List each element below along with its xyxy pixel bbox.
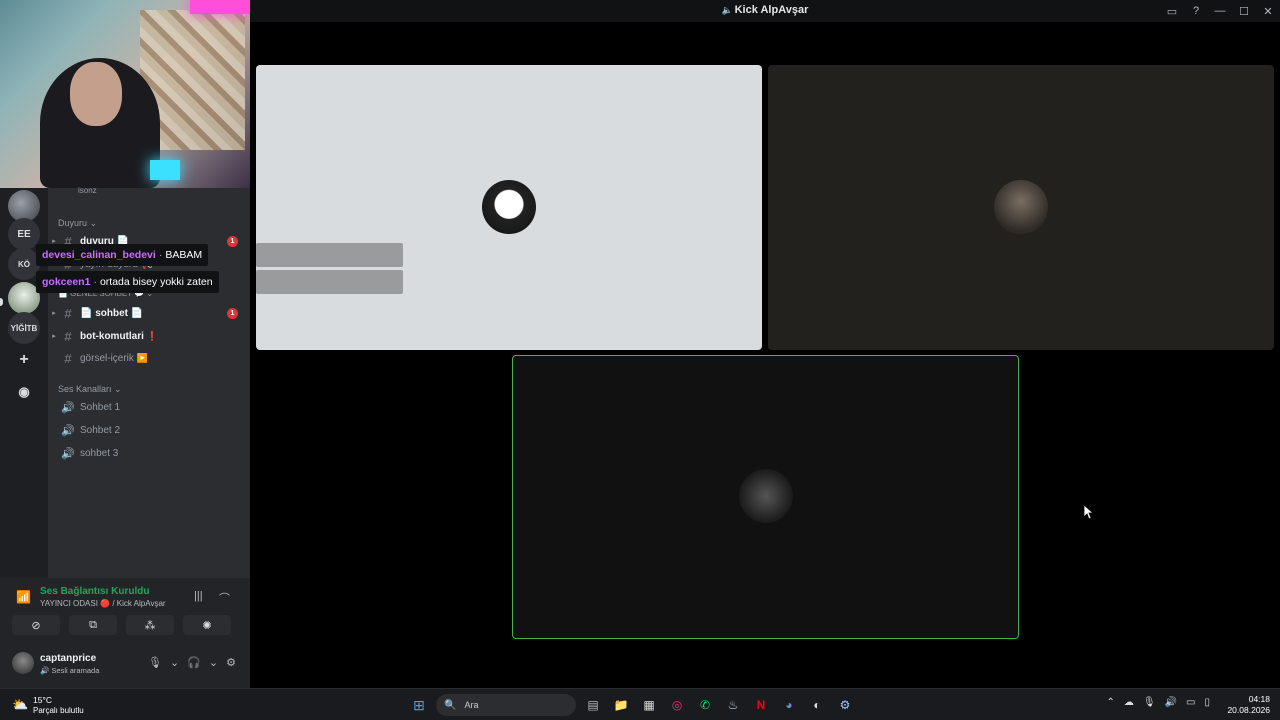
voice-status[interactable]: Ses Bağlantısı Kuruldu: [40, 586, 149, 597]
user-status: 🔊 Sesli aramada: [40, 666, 100, 675]
category-duyuru[interactable]: Duyuru ⌄: [58, 218, 97, 229]
stream-chat-message: gokceen1 · ortada bisey yokki zaten: [36, 271, 219, 293]
add-server-icon[interactable]: +: [8, 344, 40, 376]
minimize-icon[interactable]: —: [1208, 5, 1232, 17]
rgb-glow: [150, 160, 180, 180]
category-ses-kanallari[interactable]: Ses Kanalları ⌄: [58, 384, 122, 395]
voice-channel-sohbet-3[interactable]: 🔊 sohbet 3: [48, 443, 250, 463]
chevron-down-icon[interactable]: ⌄: [209, 656, 218, 669]
opera-icon[interactable]: ◎: [666, 694, 688, 716]
whatsapp-icon[interactable]: ✆: [694, 694, 716, 716]
network-icon[interactable]: ▭: [1186, 697, 1195, 708]
discord-window: 🔈 Kick AlpAvşar ▭ ? — ☐ ✕ EE KÖ YİĞİTB + …: [0, 0, 1280, 688]
noise-suppression-icon[interactable]: |||: [194, 590, 203, 602]
inbox-icon[interactable]: ▭: [1160, 5, 1184, 18]
username[interactable]: captanprice: [40, 653, 96, 664]
selected-server-indicator: [0, 298, 3, 306]
help-icon[interactable]: ?: [1184, 5, 1208, 17]
voice-channel-sohbet-2[interactable]: 🔊 Sohbet 2: [48, 420, 250, 440]
netflix-icon[interactable]: N: [750, 694, 772, 716]
eagle-avatar: [482, 180, 536, 234]
streamer-webcam: [0, 0, 250, 188]
speaker-icon: 🔊: [61, 401, 75, 414]
voice-action-buttons: ⊘ ⧉ ⁂ ✺: [12, 615, 231, 635]
gear-icon[interactable]: ⚙: [226, 656, 236, 669]
server-icon-yigitb[interactable]: YİĞİTB: [8, 312, 40, 344]
store-icon[interactable]: ▦: [638, 694, 660, 716]
maximize-icon[interactable]: ☐: [1232, 5, 1256, 18]
screen-share-icon: ⧉: [89, 618, 97, 631]
weather-temperature[interactable]: 15°C: [33, 695, 52, 705]
neon-light: [190, 0, 250, 14]
speaker-icon: 🔊: [61, 424, 75, 437]
volume-icon[interactable]: 🔊: [1165, 697, 1177, 708]
mention-badge: 1: [227, 307, 238, 319]
headphones-icon[interactable]: 🎧: [187, 656, 201, 669]
overlay-bar: [256, 270, 403, 294]
soundboard-button[interactable]: ✺: [183, 615, 231, 635]
battery-icon[interactable]: ▯: [1204, 697, 1210, 708]
settings-icon[interactable]: ⚙: [834, 694, 856, 716]
chevron-up-icon[interactable]: ⌃: [1106, 697, 1114, 708]
streamer-head: [70, 62, 122, 126]
mention-badge: 1: [227, 235, 238, 247]
microphone-icon[interactable]: 🎙: [148, 656, 162, 669]
chevron-down-icon[interactable]: ⌄: [170, 656, 179, 669]
steam-icon[interactable]: ♨: [722, 694, 744, 716]
weather-description[interactable]: Parçalı bulutlu: [33, 706, 84, 715]
activities-icon: ⁂: [144, 619, 156, 632]
camera-off-icon: ⊘: [31, 619, 41, 632]
voice-connection-panel: 📶 Ses Bağlantısı Kuruldu YAYINCI ODASI 🔴…: [0, 578, 250, 642]
unread-arrow-icon: ▸: [52, 310, 56, 317]
microphone-icon[interactable]: 🎙: [1143, 697, 1156, 708]
obs-icon[interactable]: ◐: [806, 694, 828, 716]
hash-icon: #: [64, 328, 72, 344]
participant-tile-soldier[interactable]: [768, 65, 1274, 350]
file-explorer-icon[interactable]: 📁: [610, 694, 632, 716]
channel-gorsel-icerik[interactable]: # görsel-içerik ▶️: [48, 348, 250, 368]
window-title: 🔈 Kick AlpAvşar: [721, 4, 809, 16]
discord-icon[interactable]: ◕: [778, 694, 800, 716]
unread-arrow-icon: ▸: [52, 333, 56, 340]
speaker-icon: 🔈: [721, 5, 733, 15]
close-icon[interactable]: ✕: [1256, 5, 1280, 18]
task-view-icon[interactable]: ▤: [582, 694, 604, 716]
hash-icon: #: [64, 350, 72, 366]
soundboard-icon: ✺: [202, 619, 212, 632]
participant-avatar: [739, 469, 793, 523]
onedrive-icon[interactable]: ☁: [1124, 697, 1134, 708]
title-bar: 🔈 Kick AlpAvşar ▭ ? — ☐ ✕: [250, 0, 1280, 22]
compass-icon[interactable]: ◉: [8, 376, 40, 408]
user-controls: 🎙 ⌄ 🎧 ⌄ ⚙: [148, 656, 236, 669]
screen-share-button[interactable]: ⧉: [69, 615, 117, 635]
disconnect-icon[interactable]: ⌒: [219, 590, 230, 606]
windows-taskbar: ⛅ 15°C Parçalı bulutlu ⊞ 🔍 Ara ▤ 📁 ▦ ◎ ✆…: [0, 688, 1280, 720]
camera-off-button[interactable]: ⊘: [12, 615, 60, 635]
voice-channel-name[interactable]: YAYINCI ODASI 🔴 / Kick AlpAvşar: [40, 599, 166, 608]
participant-tile-speaking[interactable]: [512, 355, 1019, 639]
overlay-bar: [256, 243, 403, 267]
speaker-icon: 🔊: [61, 447, 75, 460]
voice-channel-sohbet-1[interactable]: 🔊 Sohbet 1: [48, 397, 250, 417]
taskbar-apps: ⊞ 🔍 Ara ▤ 📁 ▦ ◎ ✆ ♨ N ◕ ◐ ⚙: [408, 694, 856, 716]
signal-icon[interactable]: 📶: [16, 590, 31, 604]
channel-bot-komutlari[interactable]: ▸ # bot-komutlari ❗: [48, 326, 250, 346]
clock[interactable]: 04:18 20.08.2026: [1227, 694, 1270, 716]
stream-chat-message: devesi_calinan_bedevi · BABAM: [36, 244, 209, 266]
online-member: isonz: [78, 186, 97, 195]
user-panel: captanprice 🔊 Sesli aramada 🎙 ⌄ 🎧 ⌄ ⚙: [0, 642, 250, 688]
start-icon[interactable]: ⊞: [408, 694, 430, 716]
taskbar-search[interactable]: 🔍 Ara: [436, 694, 576, 716]
activities-button[interactable]: ⁂: [126, 615, 174, 635]
weather-icon[interactable]: ⛅: [12, 697, 28, 713]
soldier-avatar: [994, 180, 1048, 234]
channel-sohbet[interactable]: ▸ # 📄 sohbet 📄 1: [48, 303, 250, 323]
participant-tile-eagle[interactable]: [256, 65, 762, 350]
hash-icon: #: [64, 305, 72, 321]
avatar[interactable]: [12, 652, 34, 674]
system-tray: ⌃ ☁ 🎙 🔊 ▭ ▯: [1106, 697, 1210, 708]
search-icon: 🔍: [444, 699, 457, 711]
window-controls: ▭ ? — ☐ ✕: [1160, 0, 1280, 22]
